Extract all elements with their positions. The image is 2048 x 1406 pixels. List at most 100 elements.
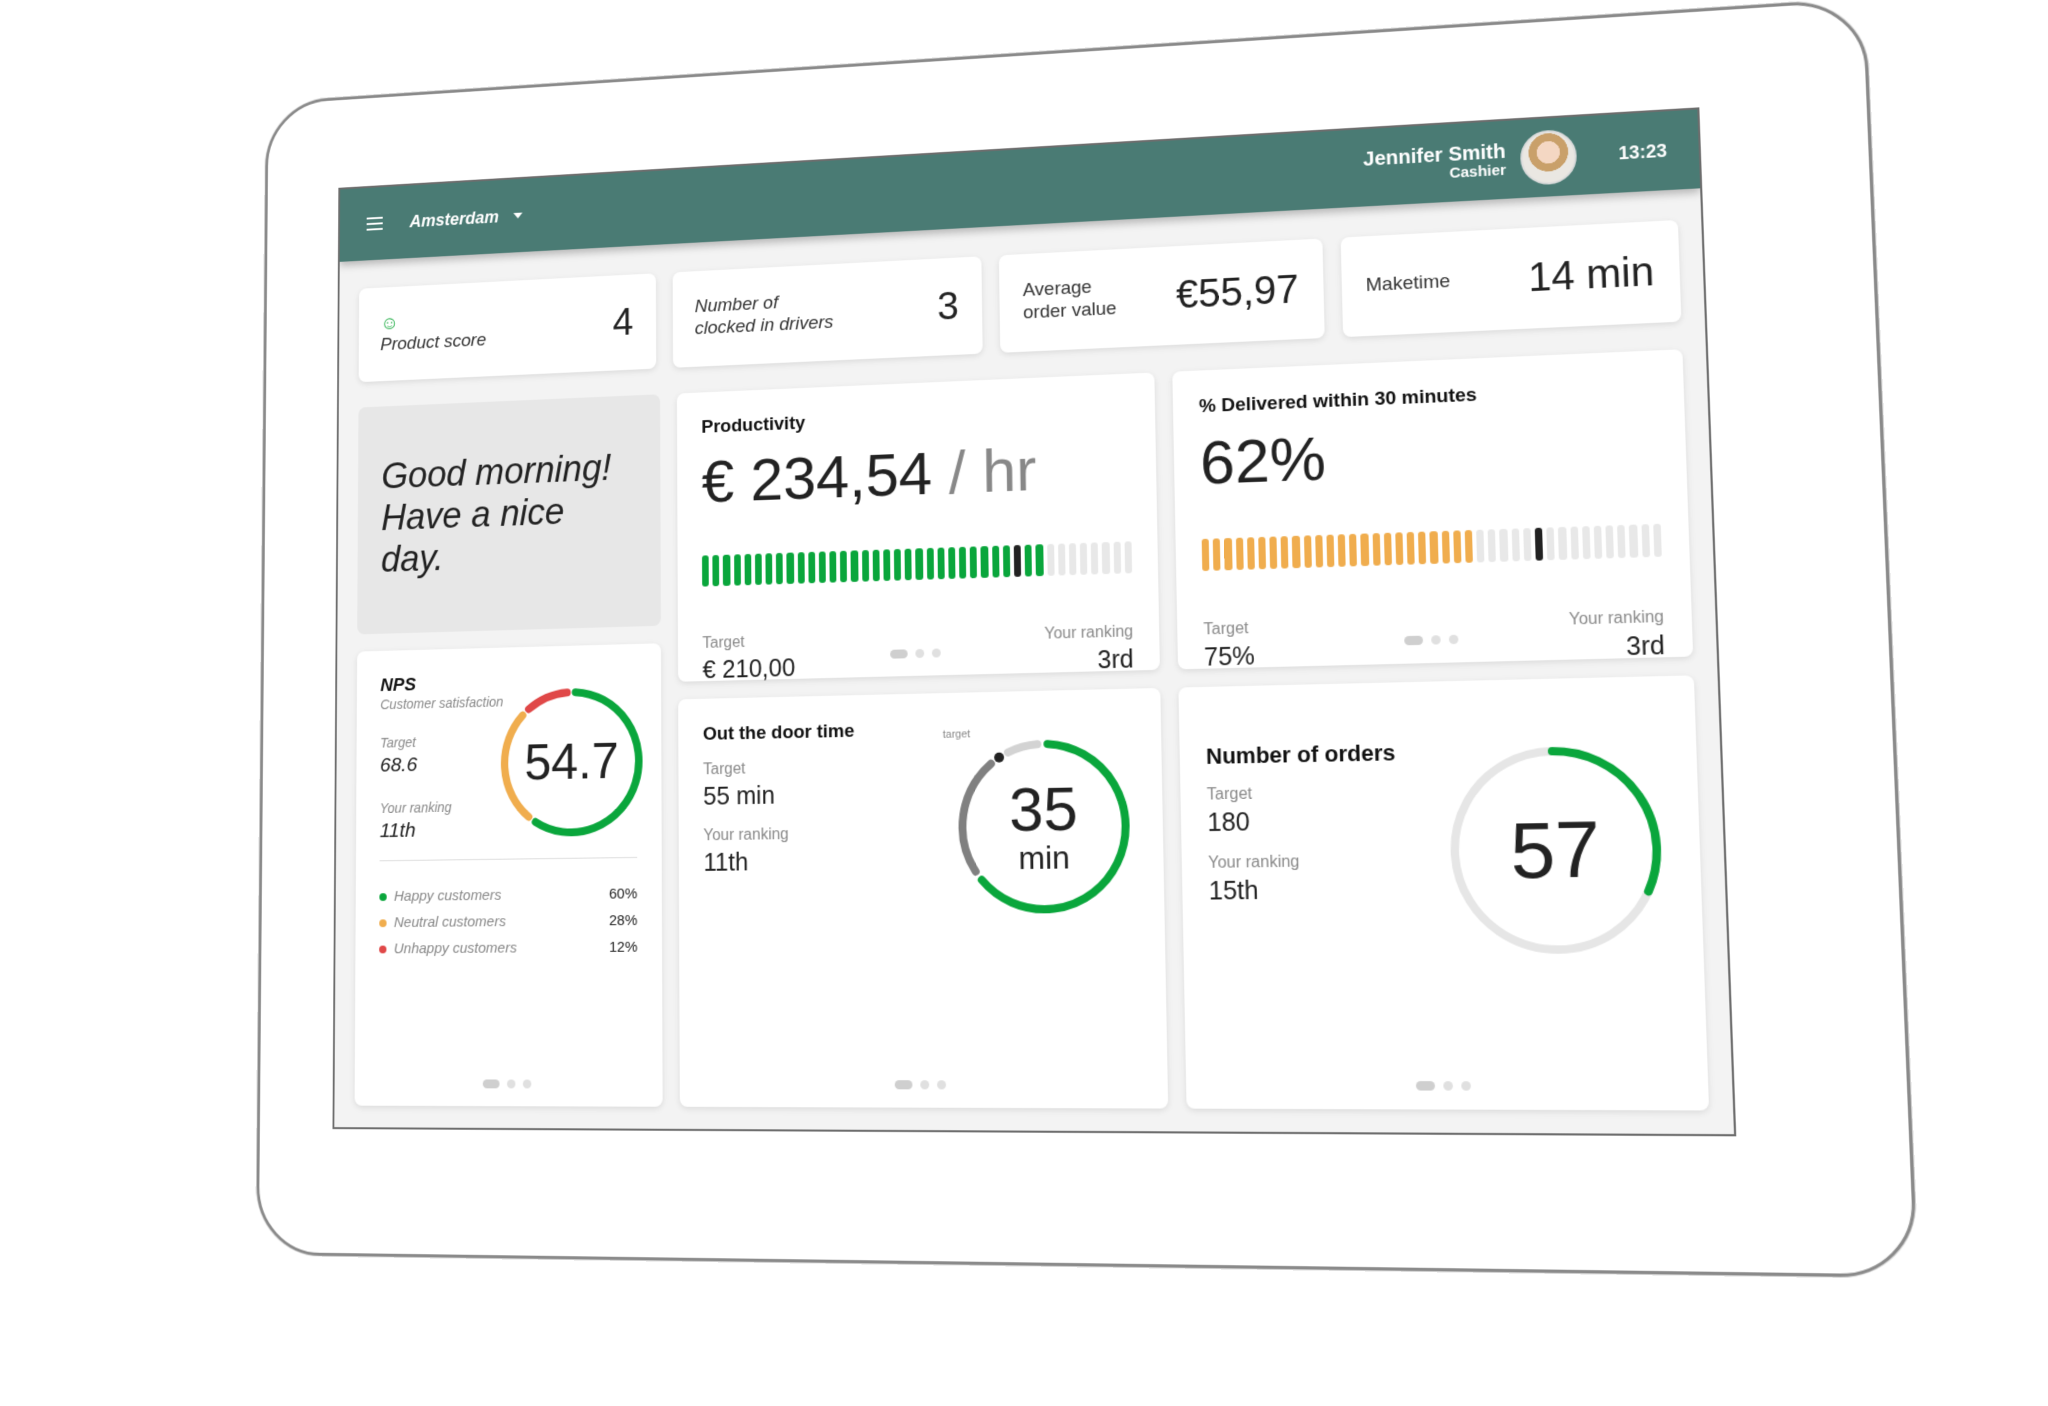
ranking-label: Your ranking bbox=[1568, 608, 1665, 629]
bar-segment bbox=[1124, 541, 1132, 574]
bar-segment bbox=[702, 555, 709, 587]
cards-grid: Good morning! Have a nice day. Productiv… bbox=[354, 349, 1710, 1111]
page-dot[interactable] bbox=[482, 1079, 500, 1089]
bar-segment bbox=[1395, 532, 1404, 566]
bar-segment bbox=[1224, 537, 1233, 571]
legend-item: Neutral customers 28% bbox=[379, 912, 637, 931]
ranking-label: Your ranking bbox=[1044, 623, 1134, 643]
pagination-dots bbox=[894, 1080, 946, 1090]
productivity-progress-bar bbox=[702, 541, 1132, 587]
page-dot[interactable] bbox=[1442, 1081, 1453, 1091]
pagination-dots bbox=[1415, 1081, 1471, 1091]
bar-segment bbox=[1652, 523, 1662, 558]
user-profile[interactable]: Jennifer Smith Cashier bbox=[1363, 128, 1578, 195]
hamburger-menu-icon[interactable] bbox=[366, 216, 383, 231]
legend-item: Happy customers 60% bbox=[379, 885, 638, 905]
bar-segment bbox=[1035, 544, 1044, 577]
bar-segment bbox=[1068, 543, 1077, 576]
bar-segment bbox=[1292, 535, 1301, 569]
bar-segment bbox=[1113, 541, 1121, 574]
page-dot[interactable] bbox=[919, 1080, 929, 1090]
bar-segment bbox=[723, 554, 731, 586]
kpi-clocked-in-drivers[interactable]: Number of clocked in drivers 3 bbox=[672, 256, 983, 368]
page-dot[interactable] bbox=[1403, 635, 1423, 646]
nps-score: 54.7 bbox=[524, 732, 619, 792]
bar-segment bbox=[1280, 536, 1289, 569]
kpi-label: Maketime bbox=[1365, 270, 1451, 296]
bar-segment bbox=[765, 553, 773, 585]
bar-segment bbox=[818, 551, 826, 583]
productivity-card[interactable]: Productivity € 234,54 / hr Target € 210,… bbox=[676, 372, 1160, 684]
page-dot[interactable] bbox=[1460, 1081, 1471, 1091]
bar-segment bbox=[840, 550, 848, 583]
location-selector[interactable]: Amsterdam bbox=[410, 205, 523, 231]
pagination-dots bbox=[1403, 634, 1458, 646]
kpi-label: Product score bbox=[380, 329, 487, 355]
bar-segment bbox=[776, 552, 784, 585]
productivity-value: € 234,54 bbox=[701, 439, 933, 516]
page-dot[interactable] bbox=[1415, 1081, 1435, 1091]
bar-segment bbox=[1002, 545, 1011, 578]
delivered-value: 62% bbox=[1199, 424, 1327, 498]
page-dot[interactable] bbox=[1448, 634, 1458, 645]
kpi-value: 14 min bbox=[1527, 249, 1655, 300]
target-marker-segment bbox=[1013, 544, 1022, 577]
delivered-card[interactable]: % Delivered within 30 minutes 62% Target… bbox=[1172, 349, 1694, 672]
legend-dot-icon bbox=[379, 945, 387, 953]
bar-segment bbox=[1629, 524, 1638, 558]
legend-label: Happy customers bbox=[393, 887, 502, 905]
legend-dot-icon bbox=[379, 918, 387, 927]
legend-value: 60% bbox=[608, 885, 638, 903]
bar-segment bbox=[1441, 530, 1450, 564]
bar-segment bbox=[1349, 533, 1358, 567]
kpi-label-line2: order value bbox=[1022, 298, 1117, 324]
avatar[interactable] bbox=[1519, 128, 1578, 186]
bar-segment bbox=[850, 550, 859, 582]
bar-segment bbox=[1326, 534, 1335, 568]
bar-segment bbox=[1360, 533, 1369, 567]
legend-value: 12% bbox=[609, 938, 638, 956]
bar-segment bbox=[969, 546, 978, 579]
legend-label: Neutral customers bbox=[393, 913, 507, 931]
target-label: Target bbox=[1203, 620, 1249, 639]
bar-segment bbox=[1641, 524, 1650, 558]
bar-segment bbox=[1464, 529, 1474, 563]
page-dot[interactable] bbox=[889, 649, 908, 659]
orders-ring: 57 bbox=[1441, 739, 1671, 961]
page-dot[interactable] bbox=[914, 648, 924, 659]
bar-segment bbox=[1511, 528, 1520, 562]
page-dot[interactable] bbox=[931, 648, 941, 658]
nps-card[interactable]: NPS Customer satisfaction Target 68.6 Yo… bbox=[354, 643, 663, 1107]
bar-segment bbox=[1487, 529, 1497, 563]
out-the-door-card[interactable]: Out the door time Target 55 min Your ran… bbox=[678, 687, 1169, 1109]
bar-segment bbox=[1303, 535, 1312, 568]
bar-segment bbox=[712, 554, 720, 587]
nps-ring: 54.7 bbox=[497, 683, 646, 842]
page-dot[interactable] bbox=[1430, 635, 1441, 645]
greeting-card: Good morning! Have a nice day. bbox=[357, 394, 661, 635]
bar-segment bbox=[883, 549, 891, 581]
orders-value: 57 bbox=[1509, 805, 1602, 895]
bar-segment bbox=[829, 551, 837, 583]
bar-segment bbox=[861, 550, 869, 582]
kpi-product-score[interactable]: ☺ Product score 4 bbox=[358, 273, 656, 383]
bar-segment bbox=[733, 554, 741, 586]
page-dot[interactable] bbox=[894, 1080, 913, 1090]
page-dot[interactable] bbox=[522, 1079, 532, 1089]
page-dot[interactable] bbox=[936, 1080, 946, 1090]
kpi-maketime[interactable]: Maketime 14 min bbox=[1340, 219, 1682, 338]
target-value: € 210,00 bbox=[702, 654, 796, 685]
bar-segment bbox=[1593, 525, 1603, 559]
bar-segment bbox=[893, 548, 902, 581]
bar-segment bbox=[1605, 525, 1615, 559]
kpi-average-order-value[interactable]: Average order value €55,97 bbox=[998, 238, 1325, 353]
productivity-unit: / hr bbox=[931, 435, 1037, 508]
bar-segment bbox=[980, 546, 989, 578]
bar-segment bbox=[904, 548, 913, 581]
otd-unit: min bbox=[1018, 839, 1071, 877]
otd-value: 35 bbox=[1008, 774, 1079, 845]
number-of-orders-card[interactable]: Number of orders Target 180 Your ranking… bbox=[1178, 675, 1710, 1111]
out-the-door-ring: 35 min target bbox=[943, 729, 1141, 923]
page-dot[interactable] bbox=[507, 1079, 516, 1089]
bar-segment bbox=[1383, 532, 1392, 566]
